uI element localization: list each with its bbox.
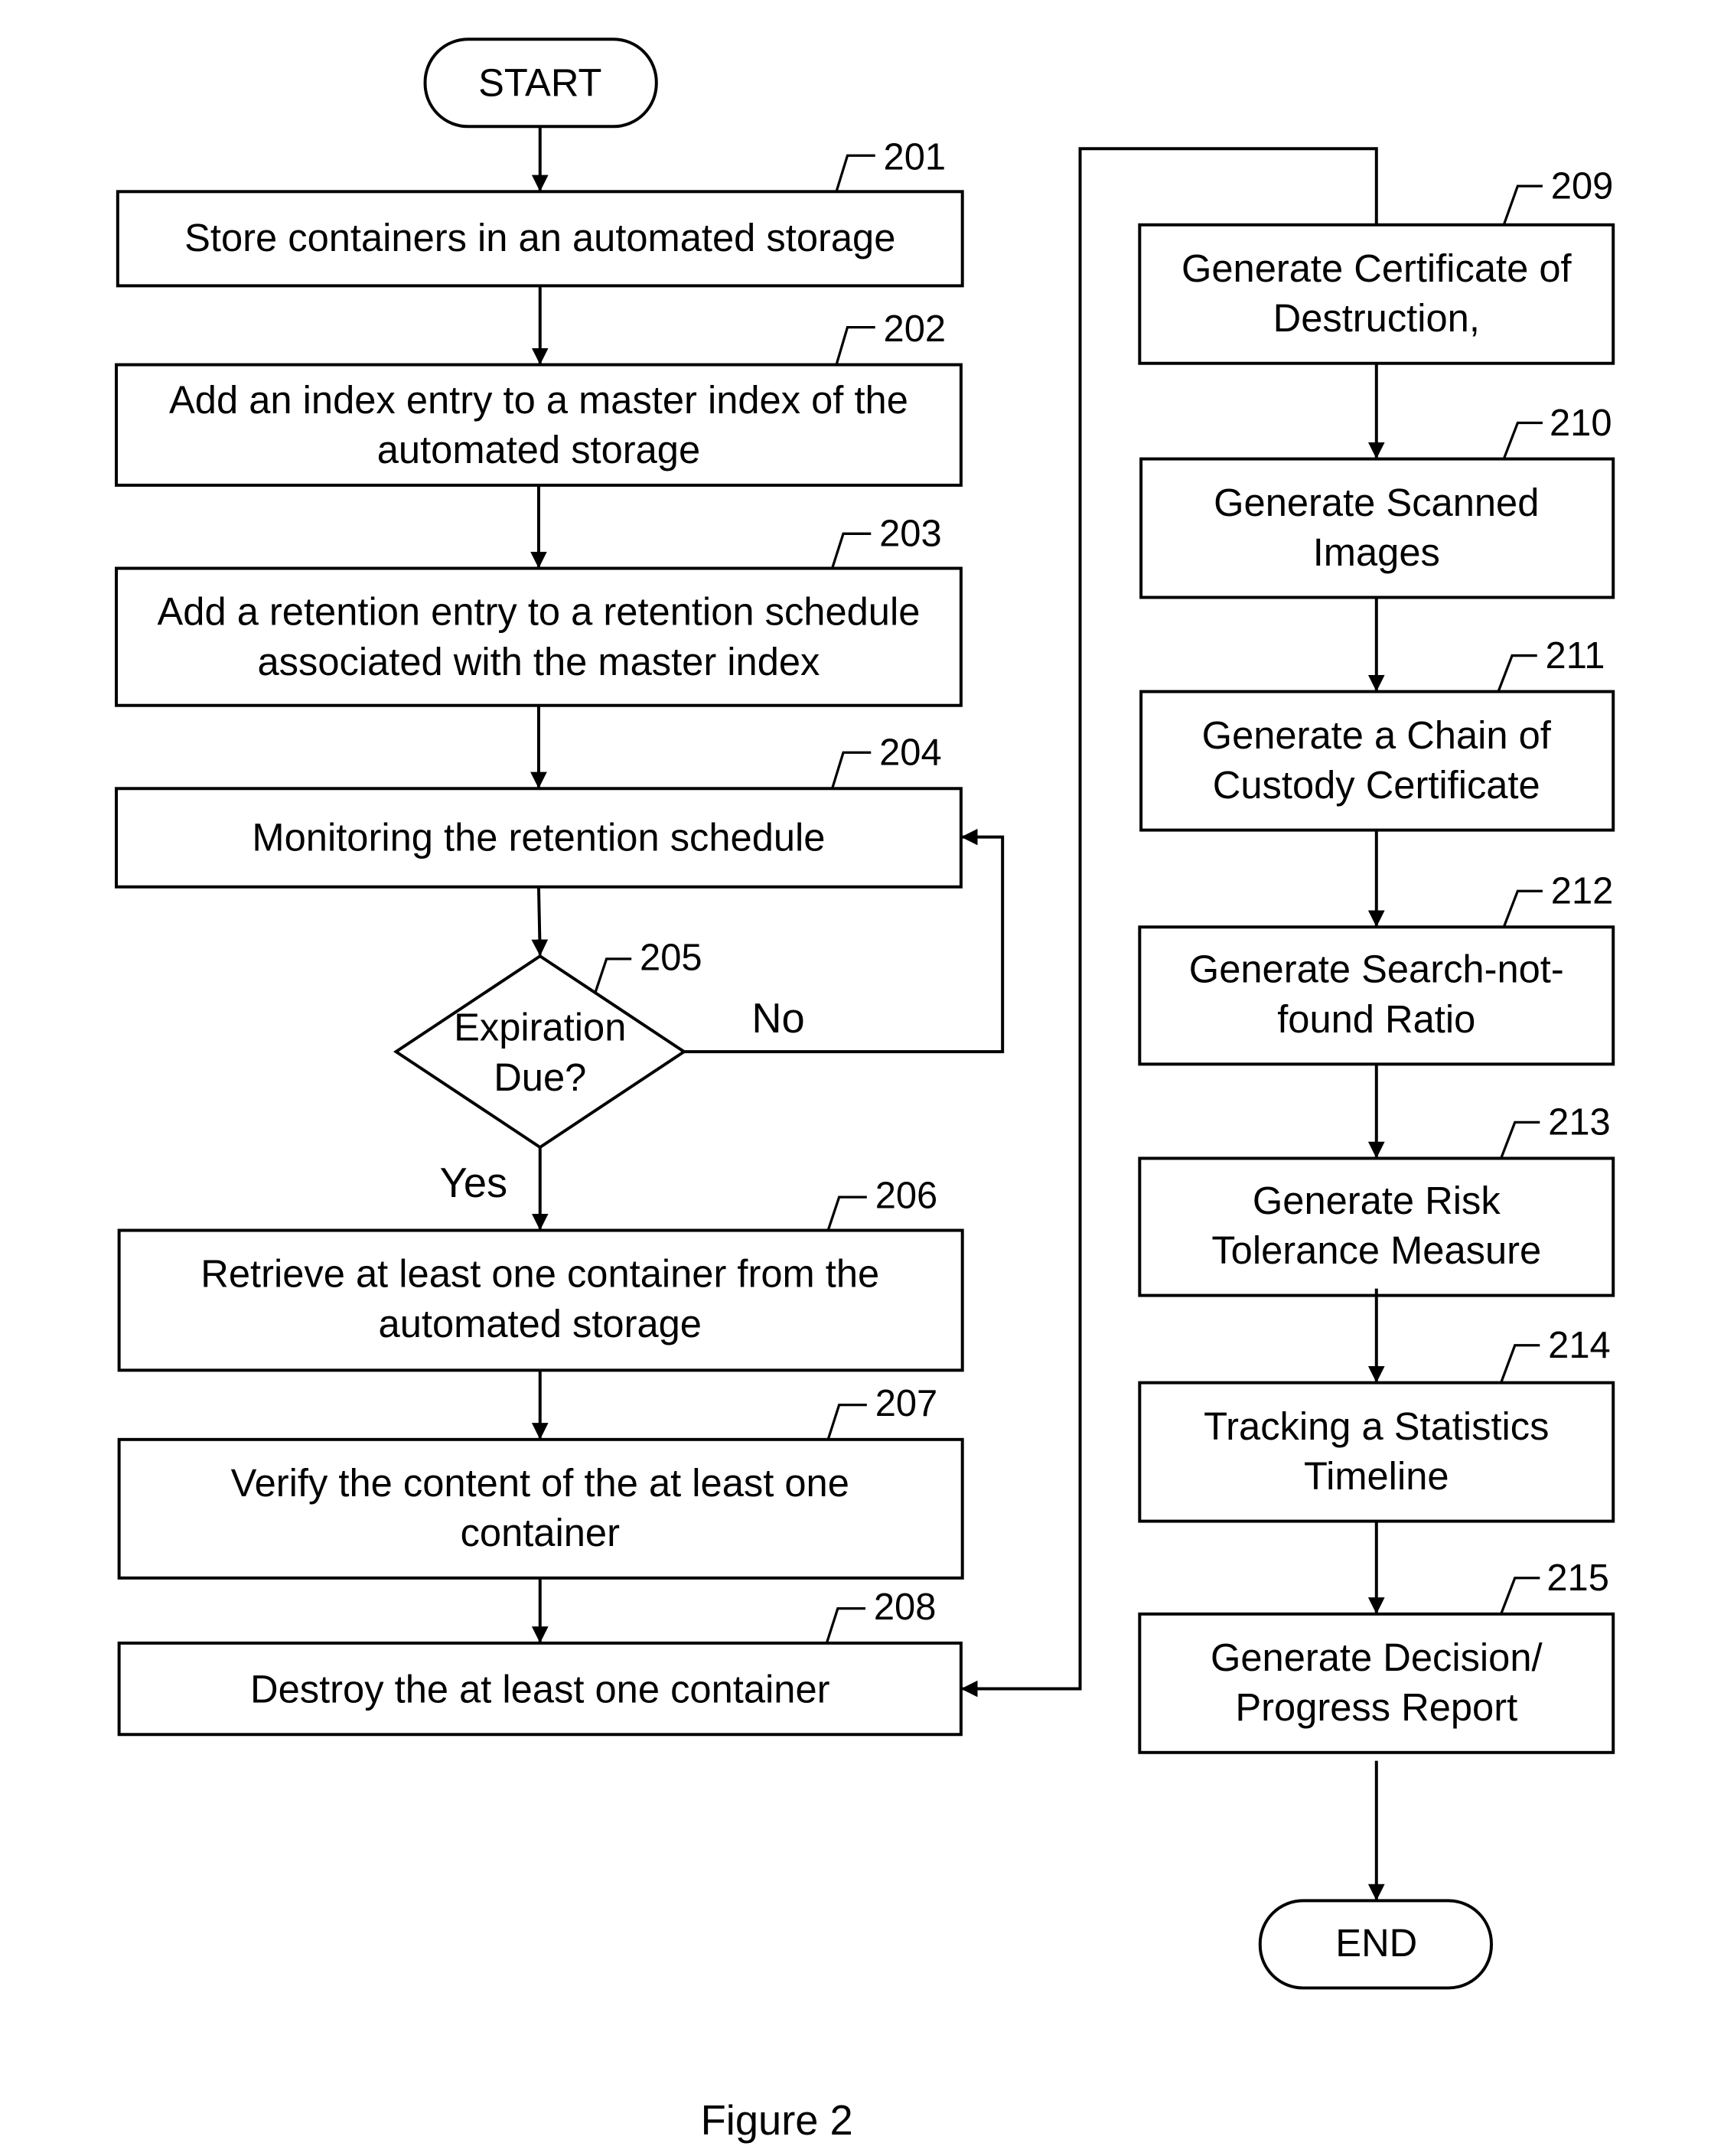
step-215-line2: Progress Report <box>1235 1685 1517 1729</box>
step-212-line2: found Ratio <box>1277 997 1475 1041</box>
ref-leader-208 <box>825 1606 866 1644</box>
end-terminal: END <box>1258 1899 1493 1990</box>
ref-203: 203 <box>879 514 942 555</box>
ref-208: 208 <box>874 1587 937 1628</box>
start-terminal: START <box>423 38 658 129</box>
step-203-line1: Add a retention entry to a retention sch… <box>157 590 920 634</box>
ref-leader-204 <box>831 751 872 789</box>
ref-207: 207 <box>875 1383 938 1424</box>
step-207-line1: Verify the content of the at least one <box>231 1461 849 1505</box>
ref-215: 215 <box>1546 1557 1609 1599</box>
figure-caption: Figure 2 <box>701 2097 853 2144</box>
step-202-line2: automated storage <box>377 428 700 471</box>
ref-leader-210 <box>1502 421 1543 460</box>
decision-line1: Expiration <box>454 1006 626 1049</box>
ref-leader-207 <box>826 1403 867 1440</box>
ref-leader-213 <box>1500 1120 1540 1160</box>
ref-213: 213 <box>1548 1102 1611 1143</box>
start-label: START <box>478 60 601 104</box>
decision-205: Expiration Due? 205 <box>393 937 702 1150</box>
ref-209: 209 <box>1551 165 1614 207</box>
arrow-204-205 <box>531 886 549 957</box>
step-214-line2: Timeline <box>1304 1454 1449 1498</box>
decision-line2: Due? <box>494 1055 586 1099</box>
step-213-line2: Tolerance Measure <box>1211 1228 1541 1272</box>
step-206-line1: Retrieve at least one container from the <box>200 1252 879 1296</box>
ref-leader-211 <box>1497 654 1537 693</box>
step-207-line2: container <box>461 1511 621 1554</box>
ref-leader-215 <box>1500 1577 1540 1615</box>
ref-leader-214 <box>1500 1344 1540 1384</box>
ref-leader-205 <box>594 957 632 993</box>
ref-leader-206 <box>826 1195 867 1231</box>
yes-label: Yes <box>440 1160 508 1206</box>
step-215-line1: Generate Decision/ <box>1211 1636 1543 1679</box>
ref-leader-201 <box>835 154 875 192</box>
ref-leader-202 <box>835 326 875 365</box>
ref-leader-209 <box>1502 184 1543 226</box>
step-208-text: Destroy the at least one container <box>250 1668 830 1711</box>
step-209-line2: Destruction, <box>1273 296 1480 340</box>
ref-205: 205 <box>640 937 702 978</box>
ref-204: 204 <box>879 732 942 774</box>
ref-212: 212 <box>1551 870 1614 912</box>
ref-202: 202 <box>884 308 947 350</box>
step-210-line1: Generate Scanned <box>1214 481 1539 524</box>
ref-211: 211 <box>1546 635 1605 677</box>
ref-leader-212 <box>1502 889 1543 928</box>
step-211-line1: Generate a Chain of <box>1202 713 1552 757</box>
step-210-line2: Images <box>1313 530 1440 574</box>
step-212-line1: Generate Search-not- <box>1189 948 1564 991</box>
no-label: No <box>751 995 804 1042</box>
ref-210: 210 <box>1550 403 1612 444</box>
step-203-line2: associated with the master index <box>258 640 820 683</box>
step-214-line1: Tracking a Statistics <box>1204 1404 1549 1448</box>
step-204-text: Monitoring the retention schedule <box>252 816 825 859</box>
ref-leader-203 <box>831 532 872 569</box>
step-211-line2: Custody Certificate <box>1213 763 1540 807</box>
ref-214: 214 <box>1548 1325 1611 1366</box>
step-202-line1: Add an index entry to a master index of … <box>169 378 908 422</box>
step-201-text: Store containers in an automated storage <box>184 216 895 259</box>
step-209-line1: Generate Certificate of <box>1181 246 1572 290</box>
step-206-line2: automated storage <box>379 1302 702 1345</box>
ref-206: 206 <box>875 1176 938 1217</box>
end-label: END <box>1335 1921 1417 1965</box>
flowchart: START Store containers in an automated s… <box>115 38 1615 2144</box>
ref-201: 201 <box>884 136 947 178</box>
step-213-line1: Generate Risk <box>1253 1179 1501 1222</box>
